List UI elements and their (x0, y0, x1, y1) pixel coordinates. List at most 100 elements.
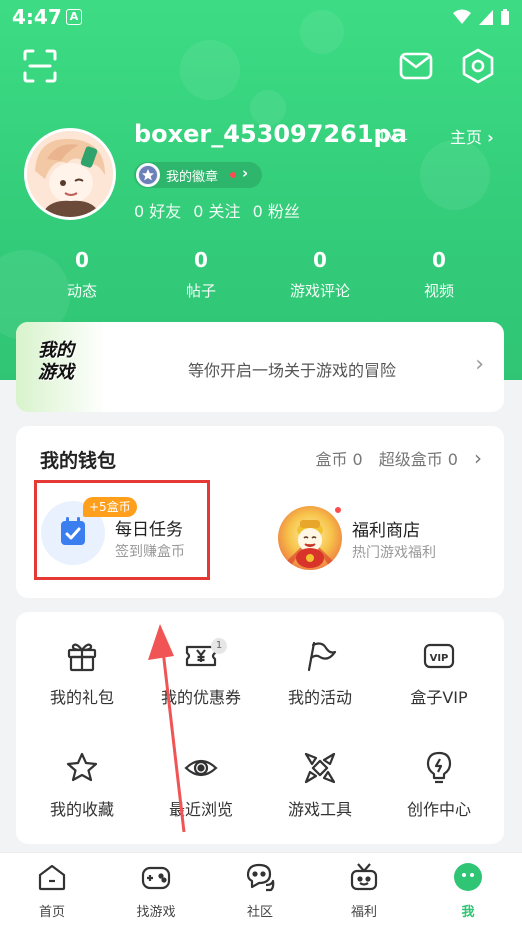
tab-community[interactable]: 社区 (220, 861, 300, 920)
scan-icon[interactable] (22, 48, 58, 84)
chevron-right-icon: › (475, 352, 484, 377)
tab-label: 福利 (350, 905, 377, 920)
status-time: 4:47 (12, 5, 62, 29)
grid-label: 盒子VIP (410, 688, 468, 707)
signal-icon (479, 10, 493, 25)
tab-label: 找游戏 (136, 905, 176, 920)
gift-icon (67, 643, 97, 672)
grid-item-recent-views[interactable]: 最近浏览 (141, 750, 261, 850)
daily-task-title: 每日任务 (115, 520, 183, 540)
chat-icon (246, 863, 275, 892)
badge-star-icon (136, 163, 160, 187)
stat-posts[interactable]: 0 动态 (32, 248, 132, 301)
stat-label: 视频 (423, 282, 454, 300)
my-games-logo: 我的 游戏 (16, 322, 106, 412)
badge-label: 我的徽章 (166, 170, 219, 185)
stat-value: 0 (313, 248, 327, 272)
grid-label: 我的收藏 (49, 800, 114, 819)
grid-item-my-activities[interactable]: 我的活动 (260, 638, 380, 738)
banner-text: 等你开启一场关于游戏的冒险 (188, 361, 397, 380)
bottom-tab-bar: 首页 找游戏 社区 福利 我 (0, 852, 522, 928)
username: boxer_453097261pa (134, 120, 407, 148)
super-coins-balance: 超级盒币 0 (378, 450, 458, 469)
tab-home[interactable]: 首页 (12, 861, 92, 920)
welfare-shop-mascot-icon[interactable] (278, 506, 342, 570)
status-bar: 4:47 A (0, 0, 522, 36)
grid-item-my-favorites[interactable]: 我的收藏 (22, 750, 142, 850)
me-icon (454, 863, 482, 891)
gamepad-icon (141, 866, 171, 890)
coupon-count-badge: 1 (211, 638, 227, 654)
grid-item-box-vip[interactable]: VIP 盒子VIP (379, 638, 499, 738)
grid-item-creator-center[interactable]: 创作中心 (379, 750, 499, 850)
grid-label: 我的优惠券 (160, 688, 241, 707)
stat-videos[interactable]: 0 视频 (389, 248, 489, 301)
welfare-shop-subtitle: 热门游戏福利 (352, 545, 436, 561)
stat-game-reviews[interactable]: 0 游戏评论 (270, 248, 370, 301)
stat-label: 动态 (66, 282, 97, 300)
decor-shape (180, 40, 240, 100)
tab-label: 我 (461, 905, 475, 920)
my-badges-button[interactable]: 我的徽章 › (134, 162, 262, 188)
flag-icon (307, 641, 337, 672)
stat-label: 帖子 (185, 282, 216, 300)
chevron-right-icon: › (474, 446, 482, 470)
logo-line: 游戏 (38, 362, 74, 383)
chevron-right-icon: › (487, 128, 494, 147)
grid-label: 创作中心 (406, 800, 471, 819)
level-badge: Lv.1 (380, 128, 409, 144)
tab-welfare[interactable]: 福利 (324, 861, 404, 920)
grid-item-my-coupons[interactable]: 1 我的优惠券 (141, 638, 261, 738)
homepage-link[interactable]: 主页 › (450, 124, 494, 148)
feature-grid: 我的礼包 1 我的优惠券 我的活动 VIP 盒子VIP 我的收藏 最近浏览 游戏… (16, 612, 504, 844)
stat-threads[interactable]: 0 帖子 (151, 248, 251, 301)
stat-label: 游戏评论 (289, 282, 350, 300)
status-icons (452, 8, 510, 26)
lightbulb-icon (426, 751, 452, 784)
svg-text:VIP: VIP (430, 653, 449, 664)
vip-icon: VIP (423, 643, 455, 669)
fans-count[interactable]: 0 粉丝 (253, 198, 300, 222)
avatar[interactable] (24, 128, 116, 220)
tools-icon (304, 752, 336, 784)
wallet-balance[interactable]: 盒币 0 超级盒币 0 › (315, 446, 482, 470)
star-icon (66, 752, 98, 782)
homepage-label: 主页 (450, 128, 483, 147)
grid-label: 我的活动 (287, 688, 352, 707)
gift-box-icon (350, 863, 378, 891)
tab-find-games[interactable]: 找游戏 (116, 861, 196, 920)
a-icon: A (66, 9, 82, 25)
eye-icon (184, 759, 218, 777)
wallet-title: 我的钱包 (40, 450, 117, 472)
grid-item-my-gifts[interactable]: 我的礼包 (22, 638, 142, 738)
notification-dot (230, 172, 236, 178)
grid-label: 游戏工具 (287, 800, 352, 819)
stat-value: 0 (432, 248, 446, 272)
wifi-icon (453, 9, 471, 24)
tab-me[interactable]: 我 (428, 861, 508, 920)
tab-label: 首页 (38, 905, 65, 920)
wallet-card: 我的钱包 盒币 0 超级盒币 0 › +5盒币 每日任务 签到赚盒币 福利商店 … (16, 426, 504, 598)
friends-count[interactable]: 0 好友 (134, 198, 181, 222)
coins-balance: 盒币 0 (315, 450, 363, 469)
notification-dot (334, 506, 342, 514)
daily-task-button[interactable]: +5盒币 每日任务 签到赚盒币 (34, 480, 210, 580)
tab-label: 社区 (246, 905, 273, 920)
grid-label: 最近浏览 (168, 800, 233, 819)
home-icon (38, 864, 66, 891)
social-counts: 0 好友 0 关注 0 粉丝 (134, 198, 300, 222)
stat-value: 0 (194, 248, 208, 272)
daily-task-subtitle: 签到赚盒币 (115, 544, 185, 560)
follows-count[interactable]: 0 关注 (193, 198, 240, 222)
battery-icon (501, 9, 509, 25)
grid-label: 我的礼包 (49, 688, 114, 707)
my-games-banner[interactable]: 我的 游戏 等你开启一场关于游戏的冒险 › (16, 322, 504, 412)
mail-icon[interactable] (398, 48, 434, 84)
chevron-right-icon: › (242, 164, 249, 182)
settings-hex-icon[interactable] (460, 48, 496, 84)
decor-shape (420, 140, 490, 210)
logo-line: 我的 (38, 340, 74, 361)
grid-item-game-tools[interactable]: 游戏工具 (260, 750, 380, 850)
welfare-shop-title[interactable]: 福利商店 (352, 516, 420, 541)
stat-value: 0 (75, 248, 89, 272)
